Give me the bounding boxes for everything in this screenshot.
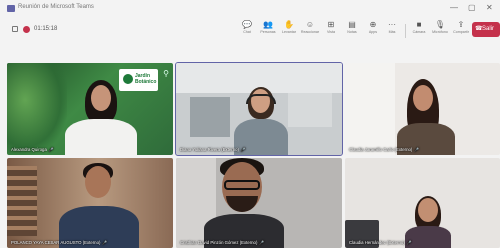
mic-status-icon: 🎤 [414,147,420,152]
share-icon: ⇪ [457,20,465,29]
mic-status-icon: 🎤 [259,240,265,245]
camera-label: Cámara [412,30,426,34]
mic-status-icon: 🎤 [48,147,54,152]
tree-logo-icon [123,74,133,84]
participant-name-3: Claudia Jaramillo Carlo (Externo) [349,147,413,152]
maximize-button[interactable]: ▢ [468,3,476,13]
chat-button[interactable]: 💬 Chat [236,20,258,40]
notes-label: Notas [347,30,357,34]
wall-background [345,63,395,155]
title-bar: Reunión de Microsoft Teams — ▢ ✕ [0,0,500,17]
participant-name-2: Diana Yuliana Rivera (Externo) [180,147,239,152]
people-icon: 👥 [263,20,273,29]
bookshelf-background [7,166,37,236]
view-button[interactable]: ⊞ Vista [320,20,342,40]
share-button[interactable]: ⇪ Compartir [450,20,472,40]
participant-name-5: Cristhian David Pinzón Gómez (Externo) [180,240,258,245]
view-label: Vista [327,30,335,34]
participant-name-6: Claudia Hernández (Externo) [349,240,405,245]
participant-tile-6[interactable]: Claudia Hernández (Externo) 🎤 [345,158,500,248]
participant-name-4: POLANCO YAYA CESAR AUGUSTO (Externo) [11,240,101,245]
view-icon: ⊞ [327,20,335,29]
reactions-button[interactable]: ☺ Reaccionar [299,20,321,40]
people-button[interactable]: 👥 Personas [257,20,279,40]
teams-logo-icon [7,5,15,12]
toolbar-divider [405,24,406,38]
participant-tile-1[interactable]: Jardín Botánico ⚲ Alexandra Quiroga 🎤 [7,63,173,155]
brand-logo: Jardín Botánico [119,69,158,91]
leave-label: Salir [482,26,495,32]
raise-hand-label: Levantar [282,30,296,34]
close-window-button[interactable]: ✕ [486,3,493,13]
share-label: Compartir [453,30,469,34]
more-button[interactable]: ··· Más [381,20,403,40]
brand-line-2: Botánico [135,79,157,85]
leave-button[interactable]: ☎ Salir [472,22,500,37]
door-background [288,93,332,127]
camera-icon: ■ [416,20,422,29]
plant-background [7,63,67,155]
more-label: Más [388,30,396,34]
participant-tile-5[interactable]: Cristhian David Pinzón Gómez (Externo) 🎤 [176,158,342,248]
headset-icon [246,94,276,104]
notes-button[interactable]: ▤ Notas [341,20,363,40]
shield-icon [12,26,18,32]
mic-label: Micrófono [432,30,448,34]
recording-indicator-icon [23,26,30,33]
raise-hand-icon: ✋ [284,20,294,29]
mic-icon: 🎙 [434,20,446,29]
window-title: Reunión de Microsoft Teams [18,4,94,10]
chat-icon: 💬 [242,20,252,29]
window-background [190,97,230,137]
notes-icon: ▤ [348,20,356,29]
meeting-timer: 01:15:18 [34,26,58,32]
more-icon: ··· [388,20,396,29]
camera-button[interactable]: ■ Cámara [408,20,430,40]
mic-status-icon: 🎤 [240,147,246,152]
mic-status-icon: 🎤 [406,240,412,245]
mic-status-icon: 🎤 [102,240,108,245]
reactions-label: Reaccionar [300,30,320,34]
beard [226,196,258,212]
mic-button[interactable]: 🎙 Micrófono [429,20,451,40]
phone-icon: ☎ [475,26,483,32]
meeting-toolbar: 01:15:18 💬 Chat 👥 Personas ✋ Levantar ☺ … [0,17,500,44]
raise-hand-button[interactable]: ✋ Levantar [278,20,300,40]
participant-tile-3[interactable]: Claudia Jaramillo Carlo (Externo) 🎤 [345,63,500,155]
glasses-icon [224,180,260,190]
participant-tile-4[interactable]: POLANCO YAYA CESAR AUGUSTO (Externo) 🎤 [7,158,173,248]
person-outline-icon: ⚲ [163,69,169,78]
people-label: Personas [260,30,276,34]
participant-name-1: Alexandra Quiroga [11,147,47,152]
participant-tile-2[interactable]: Diana Yuliana Rivera (Externo) 🎤 [175,62,343,156]
chat-label: Chat [243,30,251,34]
minimize-button[interactable]: — [450,3,458,13]
reactions-icon: ☺ [305,20,315,29]
